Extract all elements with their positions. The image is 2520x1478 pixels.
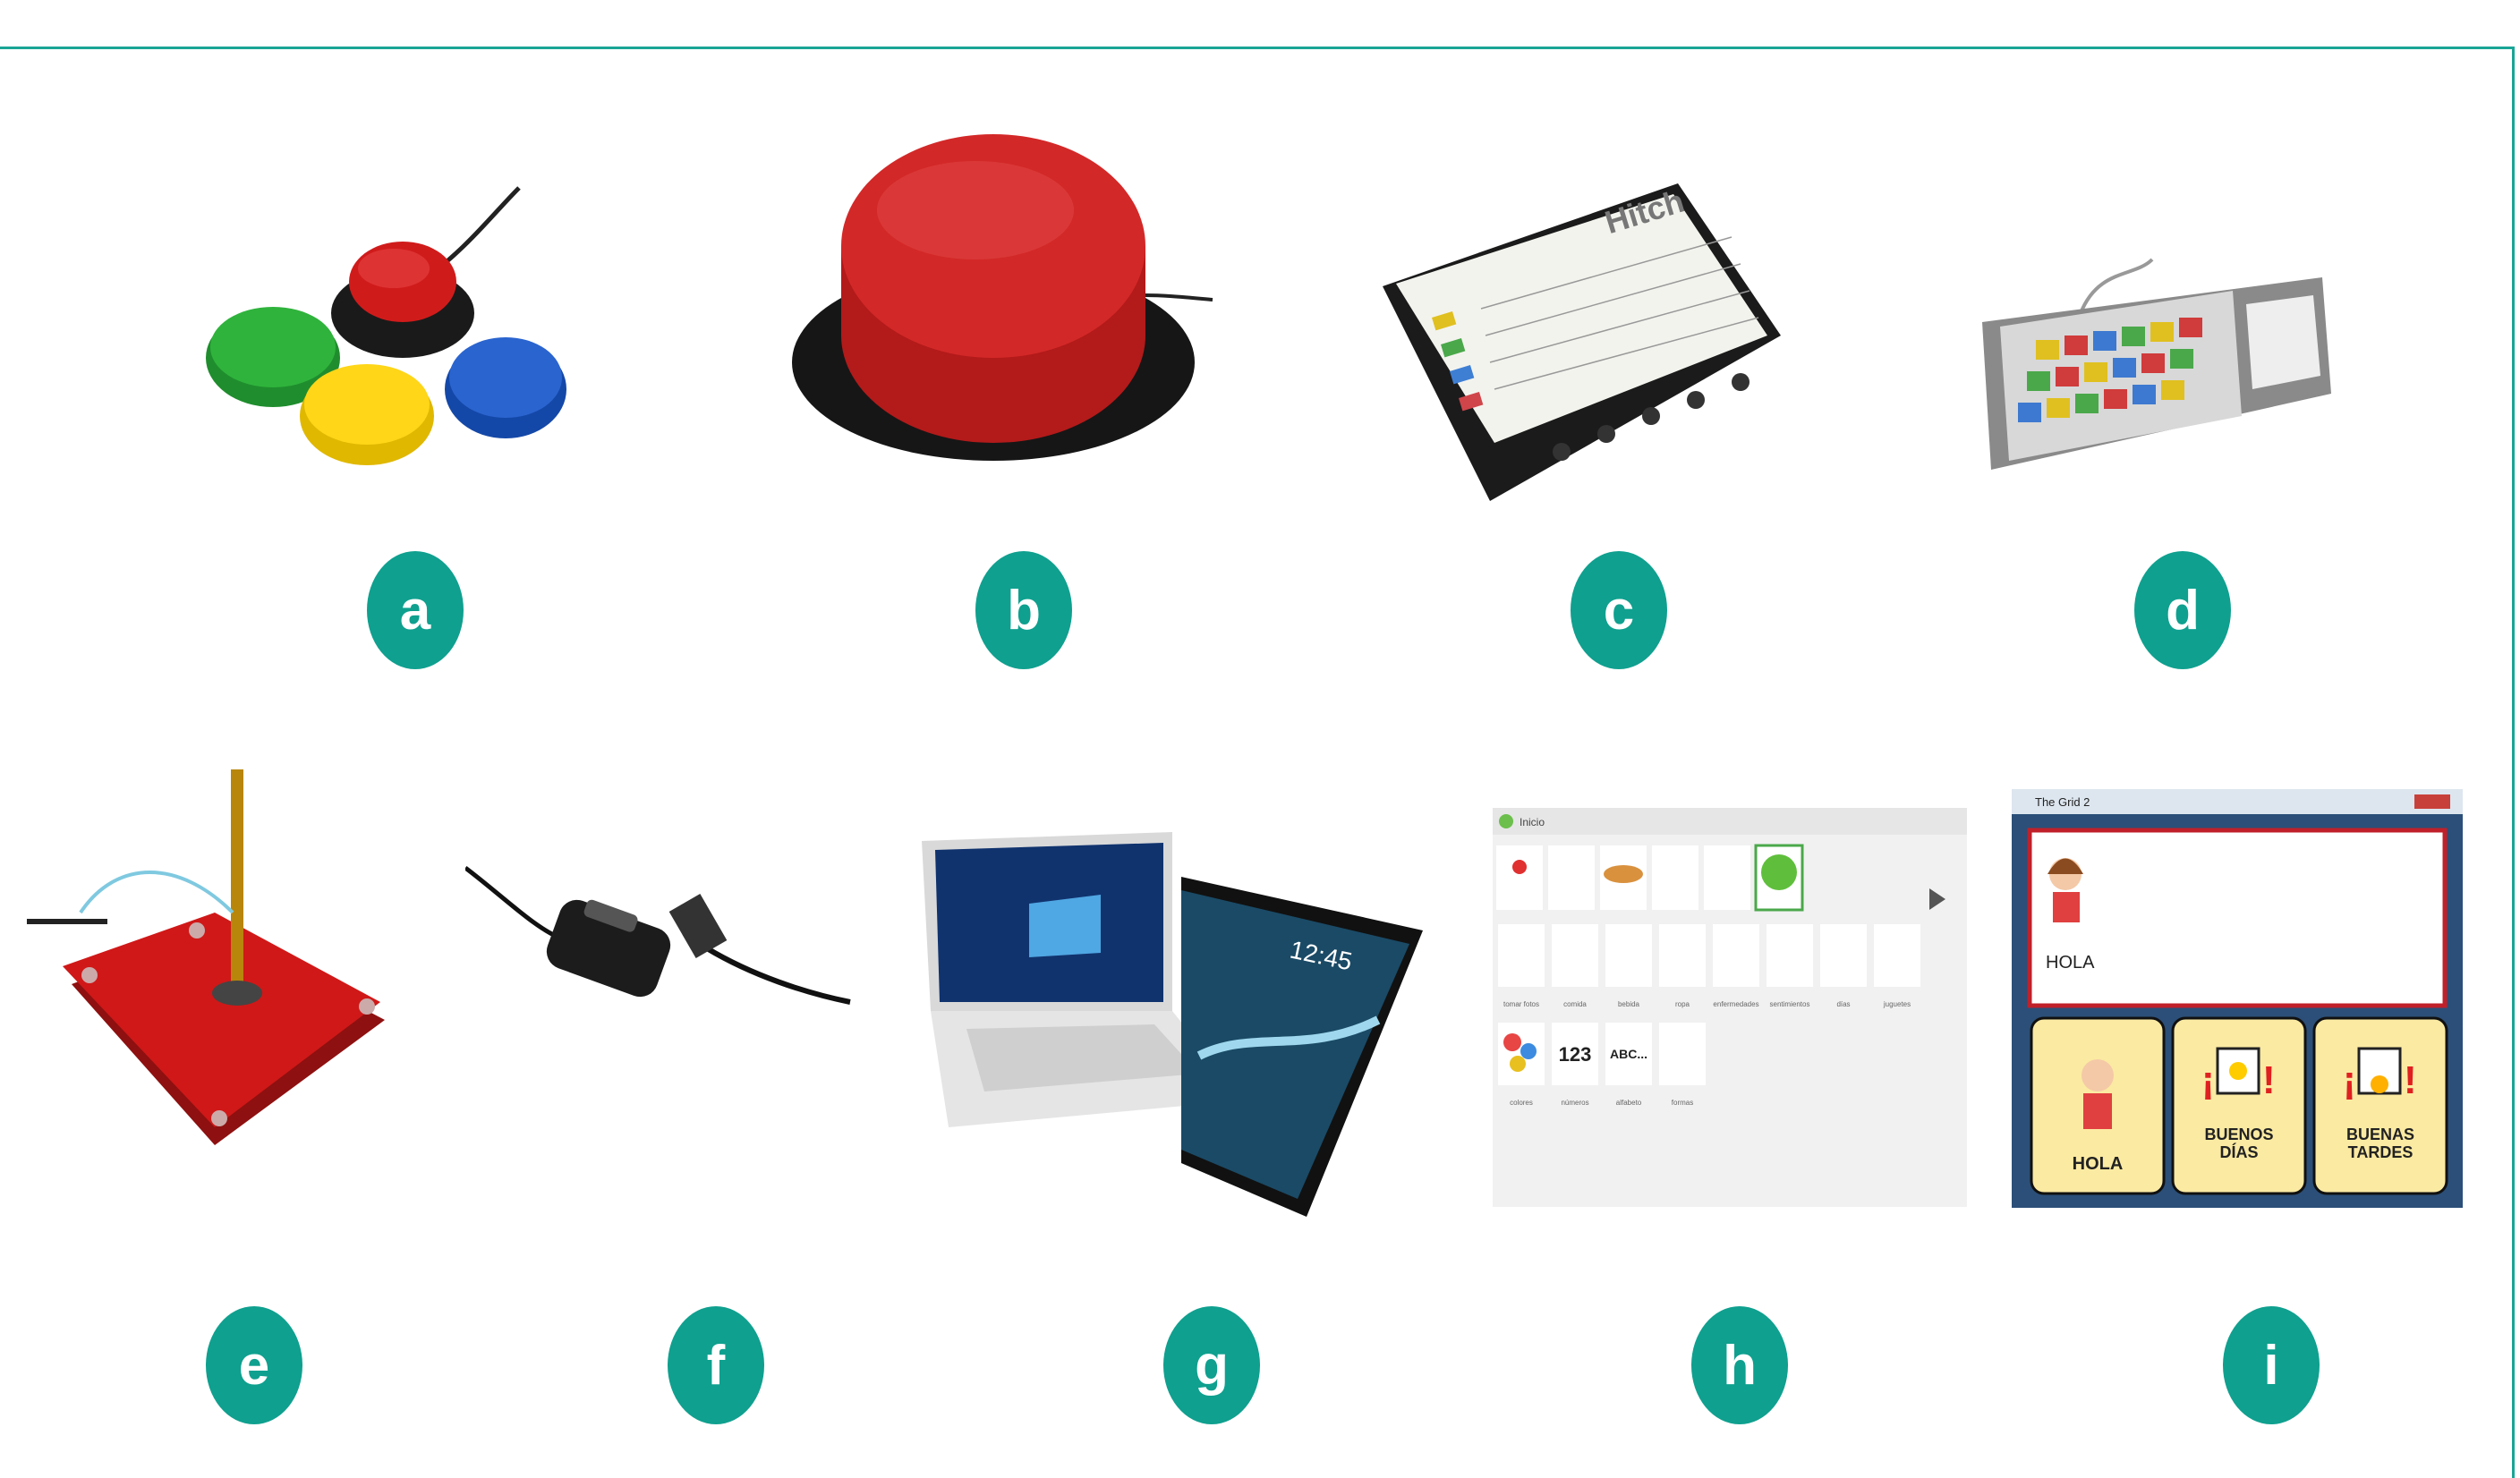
item-a-switches	[206, 186, 566, 465]
item-g-laptop-tablet: 12:45	[922, 832, 1423, 1217]
item-e-stick-switch	[27, 769, 385, 1145]
h-letters: ABC...	[1610, 1047, 1647, 1061]
h-cell-label-10: alfabeto	[1616, 1099, 1642, 1107]
h-cell-label-3: ropa	[1675, 1000, 1690, 1008]
i-button-hola: HOLA	[2073, 1154, 2124, 1174]
svg-text:¡: ¡	[2343, 1058, 2356, 1102]
label-h: h	[1691, 1306, 1788, 1424]
item-d-keyboard	[1982, 258, 2331, 470]
label-b: b	[975, 551, 1072, 669]
h-cell-label-9: números	[1561, 1099, 1588, 1107]
svg-text:!: !	[2404, 1058, 2417, 1102]
item-c-hitch: Hitch	[1383, 183, 1781, 501]
label-i: i	[2223, 1306, 2320, 1424]
h-cell-label-5: sentimientos	[1770, 1000, 1810, 1008]
label-g: g	[1163, 1306, 1260, 1424]
label-c: c	[1571, 551, 1667, 669]
h-cell-label-1: comida	[1563, 1000, 1587, 1008]
h-title: Inicio	[1520, 816, 1545, 828]
label-a: a	[367, 551, 464, 669]
i-title: The Grid 2	[2035, 795, 2090, 809]
label-e: e	[206, 1306, 302, 1424]
h-cell-label-4: enfermedades	[1713, 1000, 1758, 1008]
item-h-app: Inicio tomar fotos comida bebida ropa en…	[1493, 808, 1967, 1207]
h-cell-label-11: formas	[1672, 1099, 1693, 1107]
item-b-big-button	[792, 134, 1213, 461]
h-cell-label-6: días	[1836, 1000, 1850, 1008]
h-cell-label-0: tomar fotos	[1503, 1000, 1539, 1008]
item-i-the-grid: The Grid 2 HOLA HOLA BUENOS DÍAS BUENAS TA…	[2012, 789, 2463, 1208]
h-numbers: 123	[1559, 1043, 1592, 1066]
svg-text:!: !	[2262, 1058, 2276, 1102]
i-message: HOLA	[2046, 953, 2095, 973]
h-cell-label-2: bebida	[1618, 1000, 1640, 1008]
h-cell-label-8: colores	[1510, 1099, 1533, 1107]
h-cell-label-7: juguetes	[1883, 1000, 1911, 1008]
i-button-buenas-tardes: BUENAS TARDES	[2346, 1125, 2414, 1161]
label-d: d	[2134, 551, 2231, 669]
svg-text:¡: ¡	[2201, 1058, 2215, 1102]
item-f-sensor	[465, 866, 851, 1005]
label-f: f	[668, 1306, 764, 1424]
